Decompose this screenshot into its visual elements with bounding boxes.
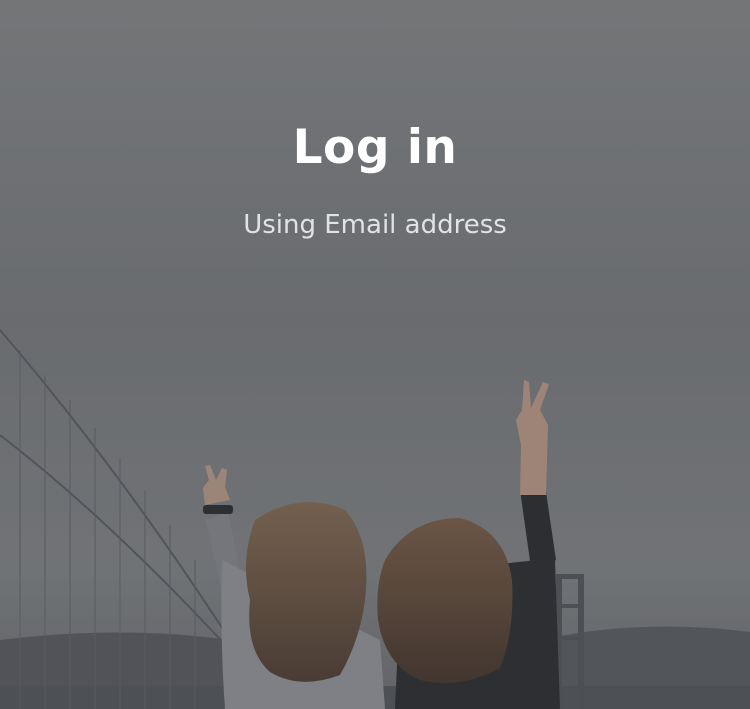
page-title: Log in <box>292 120 458 175</box>
login-header: Log in Using Email address <box>0 118 750 242</box>
background-photo <box>0 0 750 709</box>
login-screen: Log in Using Email address <box>0 0 750 709</box>
email-login-option[interactable]: Using Email address <box>0 208 750 242</box>
